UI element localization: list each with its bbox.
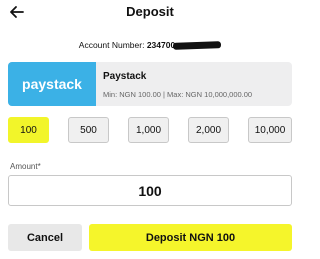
provider-name: Paystack (103, 71, 147, 82)
account-label: Account Number: (78, 40, 145, 50)
page-title: Deposit (126, 4, 174, 19)
provider-limits: Min: NGN 100.00 | Max: NGN 10,000,000.00 (103, 90, 253, 99)
quick-amount-button[interactable]: 2,000 (188, 117, 229, 143)
quick-amount-button[interactable]: 10,000 (248, 117, 292, 143)
payment-provider-card[interactable]: paystack Paystack Min: NGN 100.00 | Max:… (8, 62, 292, 106)
deposit-button[interactable]: Deposit NGN 100 (89, 224, 292, 251)
cancel-button[interactable]: Cancel (8, 224, 82, 251)
account-number-line: Account Number: 234700 (0, 40, 300, 51)
amount-input[interactable] (8, 175, 292, 206)
account-number: 234700 (146, 40, 176, 50)
quick-amount-button[interactable]: 500 (68, 117, 109, 143)
app-header: Deposit (0, 0, 300, 26)
paystack-logo: paystack (8, 62, 96, 106)
redaction-mark (173, 41, 222, 51)
quick-amount-button[interactable]: 100 (8, 117, 49, 143)
quick-amount-button[interactable]: 1,000 (128, 117, 169, 143)
amount-label: Amount* (10, 162, 41, 171)
